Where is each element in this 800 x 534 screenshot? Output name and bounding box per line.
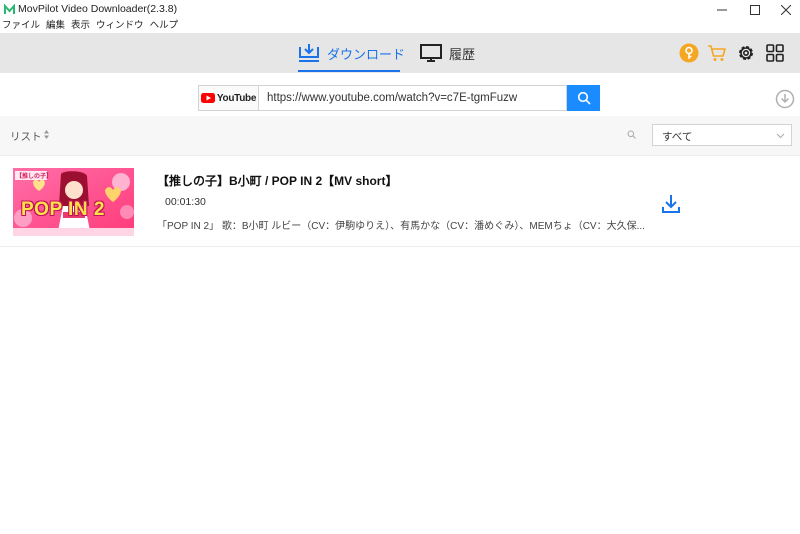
key-button[interactable]	[679, 43, 699, 63]
video-duration: 00:01:30	[165, 196, 206, 208]
menu-help[interactable]: ヘルプ	[150, 19, 179, 33]
tab-history[interactable]: 履歴	[420, 33, 475, 73]
youtube-brand-label: YouTube	[216, 92, 257, 104]
menu-bar: ファイル 編集 表示 ウィンドウ ヘルプ	[0, 19, 800, 33]
tab-download-label: ダウンロード	[327, 46, 406, 62]
menu-edit[interactable]: 編集	[46, 19, 65, 33]
tab-download[interactable]: ダウンロード	[298, 33, 405, 73]
video-thumbnail: 【推しの子】 POP IN 2	[13, 168, 134, 236]
title-bar: MovPilot Video Downloader(2.3.8)	[0, 0, 800, 19]
video-description: 「POP IN 2」 歌：B小町 ルビー（CV：伊駒ゆりえ）、有馬かな（CV：潘…	[157, 221, 645, 232]
menu-window[interactable]: ウィンドウ	[96, 19, 144, 33]
filter-search-icon[interactable]	[627, 130, 636, 139]
active-tab-indicator	[298, 70, 400, 72]
url-input[interactable]	[259, 86, 566, 110]
list-label: リスト	[10, 131, 42, 143]
youtube-source-selector[interactable]: YouTube	[199, 86, 259, 110]
menu-view[interactable]: 表示	[71, 19, 90, 33]
video-title: 【推しの子】B小町 / POP IN 2【MV short】	[157, 174, 398, 188]
apps-button[interactable]	[765, 43, 785, 63]
tab-history-label: 履歴	[449, 46, 476, 62]
settings-button[interactable]	[736, 43, 756, 63]
thumbnail-tag: 【推しの子】	[16, 174, 53, 180]
close-button[interactable]	[768, 0, 800, 19]
filter-select[interactable]: すべて	[652, 124, 792, 146]
video-list-item[interactable]: 【推しの子】 POP IN 2 【推しの子】B小町 / POP IN 2【MV …	[0, 157, 800, 247]
app-logo-icon	[4, 4, 15, 14]
search-icon	[577, 91, 591, 105]
sort-icon[interactable]	[43, 129, 50, 140]
youtube-logo-icon	[200, 93, 215, 103]
menu-file[interactable]: ファイル	[2, 19, 40, 33]
download-monitor-icon	[299, 44, 319, 62]
thumbnail-caption: POP IN 2	[21, 199, 105, 220]
cart-icon	[708, 45, 726, 61]
cart-button[interactable]	[707, 43, 727, 63]
close-icon	[781, 4, 791, 15]
window-title: MovPilot Video Downloader(2.3.8)	[18, 3, 178, 15]
grid-icon	[766, 44, 784, 62]
download-icon[interactable]	[660, 193, 682, 215]
circle-download-icon[interactable]	[775, 89, 795, 109]
filter-selected-value: すべて	[662, 131, 693, 143]
url-bar: YouTube	[198, 85, 567, 111]
chevron-down-icon	[776, 133, 785, 139]
gear-icon	[739, 46, 753, 60]
key-icon	[679, 43, 699, 63]
search-button[interactable]	[567, 85, 600, 111]
monitor-icon	[420, 44, 442, 62]
minimize-button[interactable]	[704, 0, 740, 19]
